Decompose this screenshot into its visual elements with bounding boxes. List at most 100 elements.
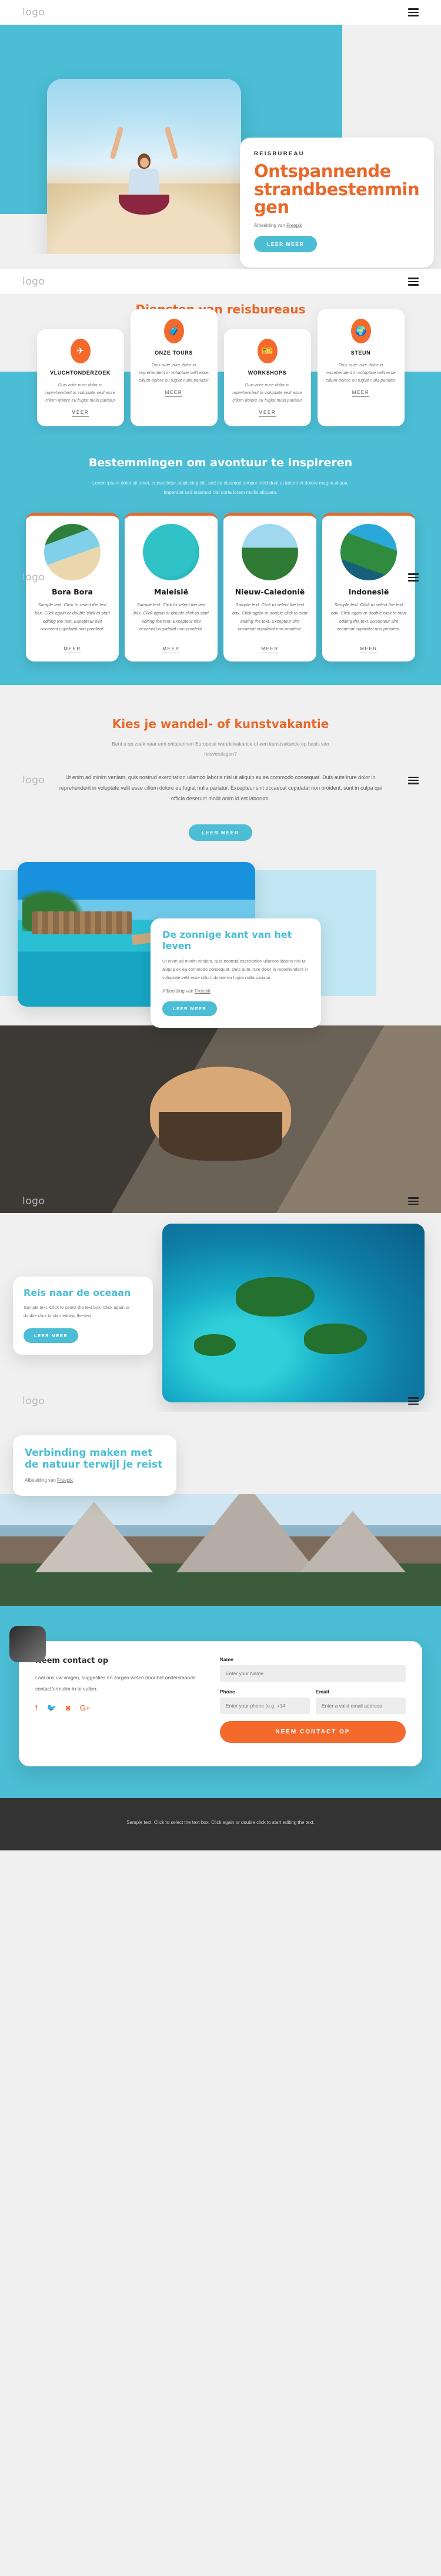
service-more-link[interactable]: MEER — [258, 410, 276, 417]
destinations-section: Bestemmingen om avontuur te inspireren L… — [0, 435, 441, 686]
email-input[interactable] — [315, 1697, 406, 1714]
name-input[interactable] — [219, 1665, 406, 1682]
nature-connection-section: Verbinding maken met de natuur terwijl j… — [0, 1411, 441, 1606]
site-logo[interactable]: logo — [22, 1195, 45, 1207]
nature-image-credit: Afbeelding van Freepik — [25, 1478, 165, 1483]
page-root: logo REISBUREAU Ontspannende strandbeste… — [0, 0, 441, 1851]
destination-card[interactable]: Maleisië Sample text. Click to select th… — [125, 512, 218, 662]
destinations-title: Bestemmingen om avontuur te inspireren — [88, 456, 353, 469]
email-field-label: Email — [315, 1688, 329, 1695]
ocean-title: Reis naar de oceaan — [24, 1287, 131, 1298]
footer: Sample text. Click to select the text bo… — [0, 1797, 441, 1851]
twitter-icon[interactable]: 🐦 — [47, 1703, 56, 1713]
destination-card[interactable]: Indonesië Sample text. Click to select t… — [322, 512, 415, 662]
service-card[interactable]: ✈ VLUCHTONDERZOEK Duis aute irure dolor … — [36, 329, 124, 427]
destination-more-link[interactable]: MEER — [162, 646, 180, 654]
name-field-label: Name — [219, 1656, 233, 1662]
service-more-link[interactable]: MEER — [165, 390, 183, 397]
hamburger-menu-icon[interactable] — [408, 278, 419, 286]
walking-subtitle: Bent u op zoek naar een ontspannen Europ… — [112, 741, 329, 757]
service-card[interactable]: 🎫 WORKSHOPS Duis aute irure dolor in rep… — [223, 329, 311, 427]
service-text: Duis aute irure dolor in reprehenderit i… — [139, 362, 209, 383]
contact-card: Neem contact op Laat ons uw vragen, sugg… — [9, 1625, 422, 1766]
top-navbar: logo — [0, 0, 441, 25]
destination-card[interactable]: Nieuw-Caledonië Sample text. Click to se… — [223, 512, 316, 662]
destination-name: Nieuw-Caledonië — [235, 587, 305, 596]
sunny-title: De zonnige kant van het leven — [162, 929, 292, 952]
destination-more-link[interactable]: MEER — [360, 646, 377, 654]
suitcase-icon: 🧳 — [163, 319, 184, 343]
hamburger-menu-icon[interactable] — [408, 573, 419, 582]
site-logo[interactable]: logo — [22, 1395, 45, 1407]
service-text: Duis aute irure dolor in reprehenderit i… — [232, 382, 302, 403]
service-name: ONZE TOURS — [155, 350, 193, 356]
freepik-link[interactable]: Freepik — [57, 1478, 73, 1483]
travel-tips-section: 5 essentiële reistips over de weg Duis c… — [0, 1025, 441, 1213]
walking-holiday-section: Kies je wandel- of kunstvakantie Bent u … — [0, 685, 441, 863]
sunny-side-section: De zonnige kant van het leven Ut enim ad… — [0, 862, 441, 1028]
hero-cta-button[interactable]: LEER MEER — [254, 236, 318, 253]
service-text: Duis aute irure dolor in reprehenderit i… — [326, 362, 396, 383]
contact-heading: Neem contact op — [35, 1656, 109, 1665]
destination-text: Sample text. Click to select the text bo… — [331, 602, 406, 632]
instagram-icon[interactable]: ◙ — [66, 1703, 71, 1713]
sunny-image-credit: Afbeelding van Freepik — [162, 988, 309, 994]
destination-more-link[interactable]: MEER — [261, 646, 279, 654]
airplane-icon: ✈ — [70, 339, 91, 363]
contact-text: Laat ons uw vragen, suggesties en zorgen… — [35, 1674, 196, 1692]
walking-body-text: Ut enim ad minim veniam, quis nostrud ex… — [59, 774, 382, 802]
freepik-link[interactable]: Freepik — [286, 223, 302, 228]
service-card[interactable]: 🌍 STEUN Duis aute irure dolor in reprehe… — [317, 309, 405, 427]
service-name: STEUN — [350, 350, 371, 356]
hero-text-card: REISBUREAU Ontspannende strandbestemming… — [240, 138, 434, 268]
walking-title: Kies je wandel- of kunstvakantie — [112, 717, 329, 731]
service-card[interactable]: 🧳 ONZE TOURS Duis aute irure dolor in re… — [130, 309, 218, 427]
destination-text: Sample text. Click to select the text bo… — [232, 602, 308, 632]
freepik-link[interactable]: Freepik — [195, 988, 211, 994]
footer-text: Sample text. Click to select the text bo… — [126, 1819, 315, 1825]
service-name: VLUCHTONDERZOEK — [50, 370, 111, 376]
submit-contact-button[interactable]: NEEM CONTACT OP — [219, 1720, 406, 1743]
sunny-text: Ut enim ad minim veniam, quis nostrud ex… — [162, 958, 309, 981]
hamburger-menu-icon[interactable] — [408, 776, 419, 784]
facebook-icon[interactable]: f — [35, 1703, 38, 1713]
hero-image-credit: Afbeelding van Freepik — [254, 223, 420, 228]
service-more-link[interactable]: MEER — [71, 410, 89, 417]
destination-name: Maleisië — [153, 587, 189, 596]
page-title: Ontspannende strandbestemmingen — [254, 161, 420, 218]
hamburger-menu-icon[interactable] — [408, 1197, 419, 1205]
site-logo[interactable]: logo — [22, 6, 45, 18]
destination-image — [143, 523, 199, 580]
mountain-image — [0, 1494, 441, 1606]
credit-prefix: Afbeelding van — [254, 223, 287, 229]
hamburger-menu-icon[interactable] — [408, 1397, 419, 1405]
site-logo[interactable]: logo — [22, 572, 45, 583]
hamburger-menu-icon[interactable] — [408, 8, 419, 16]
ticket-icon: 🎫 — [257, 339, 278, 363]
ocean-text: Sample text. Click to select the text bo… — [24, 1305, 130, 1319]
tips-image-coffee — [0, 1025, 441, 1213]
destination-text: Sample text. Click to select the text bo… — [35, 602, 110, 632]
sunny-cta-button[interactable]: LEER MEER — [162, 1001, 218, 1017]
service-more-link[interactable]: MEER — [352, 390, 370, 397]
site-logo[interactable]: logo — [22, 276, 45, 288]
globe-pin-icon: 🌍 — [350, 319, 371, 343]
ocean-section: Reis naar de oceaan Sample text. Click t… — [0, 1212, 441, 1412]
hero-image — [47, 79, 241, 266]
nature-title: Verbinding maken met de natuur terwijl j… — [25, 1446, 163, 1471]
destination-image — [44, 523, 101, 580]
destination-text: Sample text. Click to select the text bo… — [133, 602, 209, 632]
credit-prefix: Afbeelding van — [162, 988, 195, 994]
ocean-image — [162, 1223, 425, 1402]
phone-input[interactable] — [219, 1697, 310, 1714]
google-plus-icon[interactable]: G+ — [80, 1703, 91, 1713]
avatar — [9, 1625, 46, 1662]
destinations-subtitle: Lorem ipsum dolor sit amet, consectetur … — [92, 480, 349, 495]
destination-more-link[interactable]: MEER — [64, 646, 81, 654]
ocean-cta-button[interactable]: LEER MEER — [24, 1328, 79, 1343]
tips-text-card: Duis commodo odio ornare sed. Risus vive… — [0, 1025, 441, 1213]
site-logo[interactable]: logo — [22, 774, 45, 786]
destination-image — [340, 523, 397, 580]
destination-card[interactable]: Bora Bora Sample text. Click to select t… — [26, 512, 119, 662]
walking-cta-button[interactable]: LEER MEER — [189, 824, 252, 841]
